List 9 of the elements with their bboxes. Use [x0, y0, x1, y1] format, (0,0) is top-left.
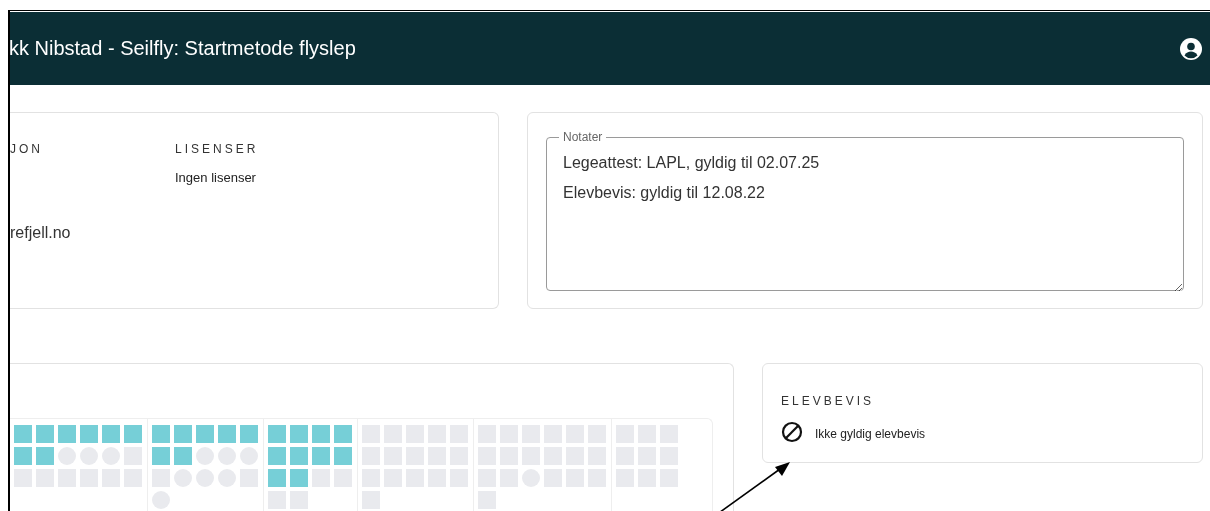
licenses-value: Ingen lisenser — [175, 170, 257, 185]
notes-field[interactable]: Notater Legeattest: LAPL, gyldig til 02.07.25 Elevbevis: gyldig til 12.08.22 — [546, 130, 1184, 291]
email-text: refjell.no — [10, 224, 72, 242]
permit-status: Ikke gyldig elevbevis — [815, 427, 926, 441]
section-heading: JON — [10, 142, 44, 156]
user-account-icon[interactable] — [1180, 37, 1202, 60]
section-heading: ELEVBEVIS — [781, 394, 876, 408]
section-heading: LISENSER — [175, 142, 260, 156]
page-title: kk Nibstad - Seilfly: Startmetode flyslep — [10, 37, 356, 60]
